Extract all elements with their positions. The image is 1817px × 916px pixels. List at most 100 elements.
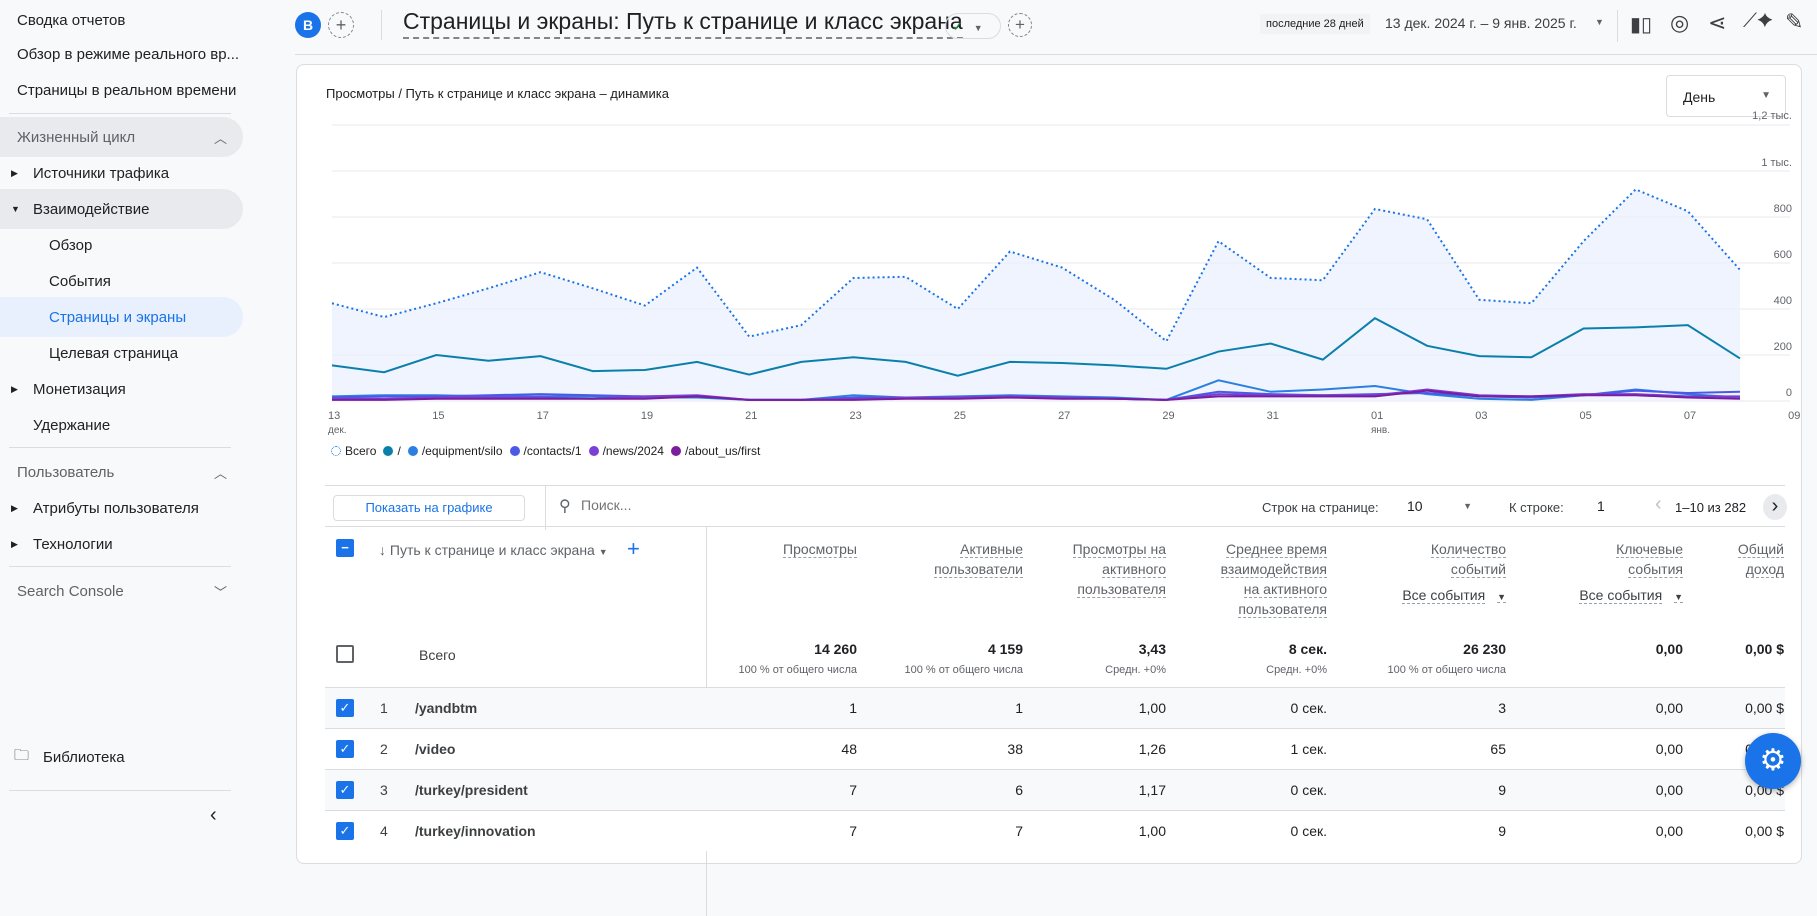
total-value: 26 230	[1463, 641, 1506, 657]
add-dimension-icon[interactable]: +	[627, 536, 640, 562]
cell-value: 3	[1498, 700, 1506, 716]
date-caret-icon[interactable]: ▼	[1595, 17, 1604, 27]
column-header-line: Общий	[1737, 541, 1784, 558]
sidebar-item-user-attributes[interactable]: ▶ Атрибуты пользователя	[0, 488, 243, 528]
sidebar-item-retention[interactable]: Удержание	[0, 405, 110, 445]
column-header[interactable]: Общий доход	[1694, 539, 1784, 579]
collapse-sidebar-icon[interactable]: ‹	[210, 804, 217, 827]
total-subtext: 100 % от общего числа	[1387, 664, 1506, 676]
row-page-path[interactable]: /video	[415, 741, 455, 757]
share-icon[interactable]: ⋖	[1708, 10, 1726, 36]
add-comparison-icon[interactable]: +	[328, 12, 354, 38]
sidebar-item-landing-page[interactable]: Целевая страница	[0, 333, 243, 373]
column-header-line: событий	[1450, 561, 1506, 578]
row-page-path[interactable]: /turkey/innovation	[415, 823, 536, 839]
x-tick-label: 31	[1267, 410, 1279, 422]
cell-value: 65	[1490, 741, 1506, 757]
item-label: Источники трафика	[33, 164, 170, 182]
sidebar-item-traffic[interactable]: ▶ Источники трафика	[0, 153, 243, 193]
column-header-line: Количество	[1430, 541, 1506, 558]
total-value: 3,43	[1138, 641, 1166, 657]
sidebar-item-events[interactable]: События	[0, 261, 243, 301]
event-filter-select[interactable]: Все события ▼	[1523, 585, 1683, 607]
legend-item[interactable]: /contacts/1	[509, 444, 582, 458]
sidebar-item-monetization[interactable]: ▶ Монетизация	[0, 369, 243, 409]
row-page-path[interactable]: /yandbtm	[415, 700, 477, 716]
rows-per-page-select[interactable]: 10 ▼	[1407, 498, 1472, 514]
next-page-icon[interactable]: ›	[1763, 494, 1787, 520]
sidebar-section-search-console[interactable]: Search Console ﹀	[0, 571, 243, 611]
item-label: Монетизация	[33, 380, 126, 398]
legend-label: /	[397, 444, 401, 458]
total-value: 8 сек.	[1288, 641, 1327, 657]
select-all-checkbox[interactable]: −	[336, 539, 354, 557]
column-header[interactable]: Среднее время взаимодействия на активного п…	[1177, 539, 1327, 619]
add-report-icon[interactable]: +	[1008, 13, 1032, 37]
cell-value: 0,00 $	[1745, 700, 1784, 716]
sidebar-item-library[interactable]: 🗀 Библиотека	[0, 737, 125, 777]
report-header: B + Страницы и экраны: Путь к странице и…	[295, 0, 1817, 55]
legend-item[interactable]: Всего	[331, 444, 376, 458]
sidebar-item-overview[interactable]: Обзор	[0, 225, 243, 265]
insights-icon[interactable]: ◎	[1670, 10, 1689, 36]
row-checkbox[interactable]: ✓	[336, 781, 354, 799]
column-header[interactable]: Количество событий Все события ▼	[1336, 539, 1506, 607]
chevron-up-icon: ︿	[214, 465, 228, 481]
column-header-line: на активного	[1243, 581, 1327, 598]
prev-page-icon[interactable]: ‹	[1655, 493, 1662, 516]
column-header[interactable]: Просмотры	[697, 539, 857, 559]
row-checkbox[interactable]: ✓	[336, 822, 354, 840]
sidebar-item-pages-screens[interactable]: Страницы и экраны	[0, 297, 243, 337]
sidebar-section-user[interactable]: Пользователь ︿	[0, 452, 243, 492]
legend-dot-icon	[407, 446, 418, 456]
divider	[545, 485, 546, 530]
dimension-header[interactable]: ↓ Путь к странице и класс экрана ▼	[379, 542, 608, 558]
page-title[interactable]: Страницы и экраны: Путь к странице и кла…	[403, 8, 963, 39]
caret-down-icon: ▼	[1463, 501, 1472, 511]
date-range-picker[interactable]: 13 дек. 2024 г. – 9 янв. 2025 г.	[1385, 15, 1577, 31]
legend-item[interactable]: /	[383, 444, 401, 458]
status-badge[interactable]: ✓ ▼	[945, 13, 1001, 39]
total-checkbox[interactable]	[336, 645, 354, 663]
total-value: 0,00	[1655, 641, 1683, 657]
row-checkbox[interactable]: ✓	[336, 740, 354, 758]
x-tick-label: 25	[954, 410, 966, 422]
cell-value: 0 сек.	[1290, 782, 1327, 798]
chart-legend: Всего / /equipment/silo/contacts/1/news/20…	[331, 444, 760, 458]
date-preset-badge[interactable]: последние 28 дней	[1260, 14, 1370, 34]
column-header-line: Просмотры на	[1072, 541, 1166, 558]
legend-item[interactable]: /about_us/first	[670, 444, 760, 458]
event-filter-select[interactable]: Все события ▼	[1336, 585, 1506, 607]
x-tick-label: 13	[328, 410, 340, 422]
triangle-right-icon: ▶	[11, 538, 18, 549]
triangle-right-icon: ▶	[11, 502, 18, 513]
column-header[interactable]: Просмотры на активного пользователя	[1036, 539, 1166, 599]
goto-row-input[interactable]: 1	[1597, 498, 1605, 514]
dimension-label: Путь к странице и класс экрана	[389, 542, 595, 558]
column-header[interactable]: Активные пользователи	[873, 539, 1023, 579]
row-index: 4	[380, 823, 388, 839]
column-header-line: пользователи	[934, 561, 1023, 578]
analytics-sparkle-icon[interactable]: ⟋✦	[1743, 10, 1773, 33]
edit-pencil-icon[interactable]: ✎	[1785, 9, 1803, 35]
chevron-down-icon: ﹀	[214, 584, 228, 600]
sidebar-section-lifecycle[interactable]: Жизненный цикл ︿	[0, 117, 243, 157]
sidebar-item-engagement[interactable]: ▼ Взаимодействие	[0, 189, 243, 229]
sidebar-item-realtime-overview[interactable]: Обзор в режиме реального вр...	[17, 34, 239, 74]
show-on-chart-button[interactable]: Показать на графике	[333, 495, 525, 521]
customize-report-fab-icon[interactable]: ⚙	[1745, 733, 1801, 789]
total-subtext: Средн. +0%	[1105, 664, 1166, 676]
row-checkbox[interactable]: ✓	[336, 699, 354, 717]
compare-icon[interactable]: ▮▯	[1630, 12, 1652, 37]
sidebar-item-realtime-pages[interactable]: Страницы в реальном времени	[17, 70, 236, 110]
row-page-path[interactable]: /turkey/president	[415, 782, 528, 798]
sidebar-item-tech[interactable]: ▶ Технологии	[0, 524, 243, 564]
comparison-avatar[interactable]: B	[295, 12, 321, 38]
column-header[interactable]: Ключевые события Все события ▼	[1523, 539, 1683, 607]
legend-item[interactable]: /news/2024	[588, 444, 664, 458]
legend-item[interactable]: /equipment/silo	[407, 444, 503, 458]
search-input[interactable]	[581, 497, 781, 513]
x-tick-sublabel: янв.	[1371, 425, 1390, 436]
x-tick-label: 03	[1475, 410, 1487, 422]
caret-down-icon: ▼	[598, 547, 608, 557]
